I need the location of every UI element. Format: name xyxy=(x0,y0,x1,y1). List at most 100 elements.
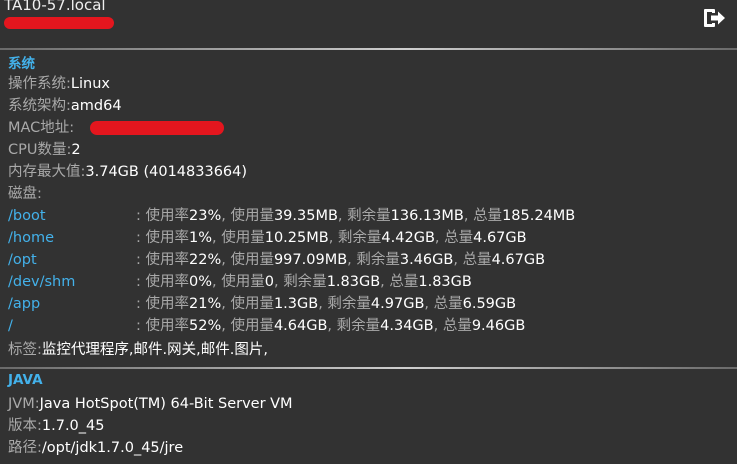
disk-sep: : xyxy=(136,230,146,246)
disk-sep: : xyxy=(136,296,146,312)
free-value: 3.46GB xyxy=(399,252,454,268)
cpu-row: CPU数量:2 xyxy=(8,140,81,160)
cpu-label: CPU数量: xyxy=(8,142,72,158)
free-value: 4.34GB xyxy=(380,318,434,334)
redaction-mark xyxy=(4,17,114,29)
os-label: 操作系统: xyxy=(8,76,71,92)
usage-label: 使用率 xyxy=(145,208,190,224)
disk-usage-info: : 使用率52%, 使用量4.64GB, 剩余量4.34GB, 总量9.46GB xyxy=(136,316,525,336)
disk-path[interactable]: /dev/shm xyxy=(8,272,75,292)
free-label: 剩余量 xyxy=(347,208,391,224)
free-label: 剩余量 xyxy=(327,296,371,312)
usage-value: 21% xyxy=(189,296,222,312)
comma: , xyxy=(453,252,463,268)
used-label: 使用量 xyxy=(221,274,265,290)
total-label: 总量 xyxy=(389,274,419,290)
usage-value: 0% xyxy=(189,274,213,290)
cpu-value: 2 xyxy=(71,142,81,158)
used-value: 39.35MB xyxy=(273,208,338,224)
used-label: 使用量 xyxy=(230,252,274,268)
total-value: 6.59GB xyxy=(462,296,517,312)
usage-label: 使用率 xyxy=(145,274,190,290)
memory-label: 内存最大值: xyxy=(8,164,86,180)
total-label: 总量 xyxy=(442,318,472,334)
disk-usage-info: : 使用率0%, 使用量0, 剩余量1.83GB, 总量1.83GB xyxy=(136,272,472,292)
tags-value: 监控代理程序,邮件.网关,邮件.图片, xyxy=(41,342,268,358)
system-section-title: 系统 xyxy=(8,56,35,72)
disk-usage-info: : 使用率22%, 使用量997.09MB, 剩余量3.46GB, 总量4.67… xyxy=(136,250,545,270)
used-label: 使用量 xyxy=(230,208,274,224)
total-label: 总量 xyxy=(433,296,463,312)
usage-label: 使用率 xyxy=(145,296,190,312)
free-value: 136.13MB xyxy=(390,208,464,224)
comma: , xyxy=(212,230,222,246)
mac-label: MAC地址: xyxy=(8,120,75,136)
disk-sep: : xyxy=(136,318,146,334)
comma: , xyxy=(463,208,474,224)
arch-value: amd64 xyxy=(70,98,122,114)
total-label: 总量 xyxy=(462,252,492,268)
disk-path[interactable]: /app xyxy=(8,294,40,314)
comma: , xyxy=(433,318,443,334)
java-path-label: 路径: xyxy=(8,440,42,456)
memory-row: 内存最大值:3.74GB (4014833664) xyxy=(8,162,247,182)
total-value: 185.24MB xyxy=(502,208,576,224)
redaction-mark xyxy=(90,121,224,135)
usage-value: 52% xyxy=(189,318,222,334)
memory-value: 3.74GB (4014833664) xyxy=(85,164,248,180)
used-value: 1.3GB xyxy=(273,296,319,312)
free-label: 剩余量 xyxy=(283,274,327,290)
usage-label: 使用率 xyxy=(145,318,190,334)
free-value: 4.97GB xyxy=(370,296,425,312)
comma: , xyxy=(328,230,338,246)
used-label: 使用量 xyxy=(230,296,274,312)
logout-icon[interactable] xyxy=(702,7,726,29)
disk-path[interactable]: /opt xyxy=(8,250,37,270)
disk-usage-info: : 使用率21%, 使用量1.3GB, 剩余量4.97GB, 总量6.59GB xyxy=(136,294,516,314)
usage-value: 22% xyxy=(189,252,222,268)
used-value: 0 xyxy=(264,274,274,290)
used-label: 使用量 xyxy=(221,230,265,246)
comma: , xyxy=(212,274,222,290)
mac-row: MAC地址: xyxy=(8,118,74,138)
tags-row: 标签:监控代理程序,邮件.网关,邮件.图片, xyxy=(8,340,268,360)
tags-label: 标签: xyxy=(8,342,42,358)
total-label: 总量 xyxy=(473,208,503,224)
disk-sep: : xyxy=(136,274,146,290)
comma: , xyxy=(327,318,337,334)
java-section-title: JAVA xyxy=(8,372,43,388)
comma: , xyxy=(424,296,434,312)
divider xyxy=(0,48,737,50)
java-version-row: 版本:1.7.0_45 xyxy=(8,416,105,436)
comma: , xyxy=(337,208,348,224)
comma: , xyxy=(380,274,390,290)
used-value: 10.25MB xyxy=(264,230,329,246)
os-value: Linux xyxy=(70,76,110,92)
comma: , xyxy=(434,230,445,246)
total-value: 1.83GB xyxy=(418,274,472,290)
used-value: 4.64GB xyxy=(273,318,328,334)
disk-path[interactable]: /boot xyxy=(8,206,46,226)
java-version-value: 1.7.0_45 xyxy=(41,418,105,434)
jvm-value: Java HotSpot(TM) 64-Bit Server VM xyxy=(39,396,293,412)
disk-label: 磁盘: xyxy=(8,186,42,202)
comma: , xyxy=(273,274,284,290)
comma: , xyxy=(347,252,357,268)
disk-path[interactable]: / xyxy=(8,316,13,336)
arch-row: 系统架构:amd64 xyxy=(8,96,122,116)
hostname: TA10-57.local xyxy=(4,0,106,14)
disk-usage-info: : 使用率1%, 使用量10.25MB, 剩余量4.42GB, 总量4.67GB xyxy=(136,228,527,248)
disk-sep: : xyxy=(136,252,146,268)
free-label: 剩余量 xyxy=(336,318,381,334)
usage-label: 使用率 xyxy=(145,230,190,246)
used-value: 997.09MB xyxy=(273,252,348,268)
java-path-row: 路径:/opt/jdk1.7.0_45/jre xyxy=(8,438,183,458)
jvm-row: JVM:Java HotSpot(TM) 64-Bit Server VM xyxy=(8,394,293,414)
java-version-label: 版本: xyxy=(8,418,42,434)
os-row: 操作系统:Linux xyxy=(8,74,110,94)
used-label: 使用量 xyxy=(230,318,274,334)
total-label: 总量 xyxy=(444,230,474,246)
total-value: 4.67GB xyxy=(491,252,546,268)
disk-path[interactable]: /home xyxy=(8,228,54,248)
disk-usage-info: : 使用率23%, 使用量39.35MB, 剩余量136.13MB, 总量185… xyxy=(136,206,575,226)
